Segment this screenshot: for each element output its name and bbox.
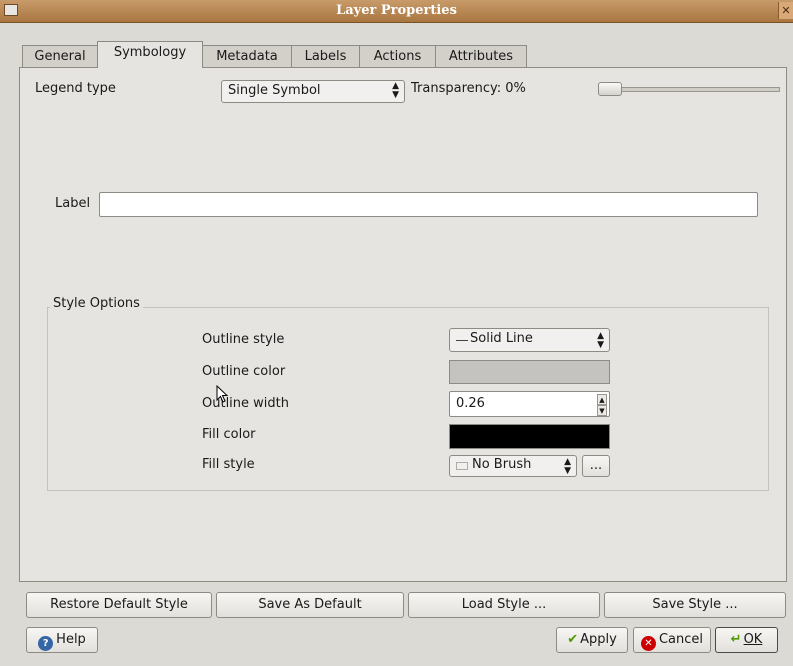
- cancel-button-label: Cancel: [658, 632, 704, 647]
- label-input[interactable]: [99, 192, 758, 217]
- fill-style-value: No Brush: [472, 457, 532, 472]
- ok-button-label: OK: [743, 632, 763, 647]
- fill-style-combo[interactable]: No Brush ▲ ▼: [449, 455, 577, 477]
- tab-general[interactable]: General: [22, 45, 98, 67]
- fill-color-label: Fill color: [202, 427, 256, 442]
- apply-button-label: Apply: [580, 632, 617, 647]
- label-field-label: Label: [55, 196, 91, 211]
- tab-labels[interactable]: Labels: [291, 45, 360, 67]
- mouse-cursor-icon: [216, 385, 229, 403]
- combo-arrows-icon: ▲ ▼: [564, 457, 571, 476]
- close-button[interactable]: ✕: [778, 2, 793, 19]
- outline-style-value: Solid Line: [470, 331, 533, 346]
- outline-style-combo[interactable]: Solid Line ▲ ▼: [449, 328, 610, 352]
- cancel-button[interactable]: ✕ Cancel: [633, 627, 711, 653]
- fill-style-more-button[interactable]: ...: [582, 455, 610, 477]
- legend-type-combo[interactable]: Single Symbol ▲ ▼: [221, 80, 405, 103]
- tab-symbology[interactable]: Symbology: [97, 41, 203, 68]
- cancel-icon: ✕: [640, 636, 656, 651]
- legend-type-label: Legend type: [35, 81, 116, 96]
- help-button-label: Help: [56, 632, 86, 647]
- combo-arrows-icon: ▲ ▼: [597, 331, 604, 350]
- combo-arrows-icon: ▲ ▼: [392, 81, 399, 100]
- tab-metadata[interactable]: Metadata: [202, 45, 292, 67]
- outline-color-button[interactable]: [449, 360, 610, 384]
- style-options-title: Style Options: [50, 296, 143, 311]
- help-button[interactable]: ? Help: [26, 627, 98, 653]
- legend-type-value: Single Symbol: [228, 83, 321, 98]
- save-as-default-button[interactable]: Save As Default: [216, 592, 404, 618]
- outline-color-label: Outline color: [202, 364, 286, 379]
- transparency-label: Transparency: 0%: [411, 81, 526, 96]
- help-icon: ?: [38, 636, 54, 651]
- enter-arrow-icon: ↵: [730, 632, 742, 647]
- spin-up-icon[interactable]: ▲: [597, 394, 607, 405]
- window-title: Layer Properties: [336, 3, 457, 18]
- outline-width-spinbox[interactable]: 0.26 ▲ ▼: [449, 391, 610, 417]
- checkmark-icon: ✔: [567, 632, 579, 647]
- solid-line-icon: [456, 340, 468, 341]
- outline-width-value: 0.26: [456, 396, 485, 411]
- ok-button[interactable]: ↵ OK: [715, 627, 778, 653]
- apply-button[interactable]: ✔ Apply: [556, 627, 628, 653]
- load-style-button[interactable]: Load Style ...: [408, 592, 600, 618]
- no-brush-icon: [456, 462, 468, 470]
- transparency-slider-handle[interactable]: [598, 82, 622, 96]
- save-style-button[interactable]: Save Style ...: [604, 592, 786, 618]
- tab-attributes[interactable]: Attributes: [435, 45, 527, 67]
- transparency-slider-track[interactable]: [598, 87, 780, 92]
- spin-down-icon[interactable]: ▼: [597, 405, 607, 416]
- restore-default-style-button[interactable]: Restore Default Style: [26, 592, 212, 618]
- tab-actions[interactable]: Actions: [359, 45, 436, 67]
- fill-style-label: Fill style: [202, 457, 255, 472]
- style-options-group: [47, 307, 769, 491]
- title-bar[interactable]: Layer Properties ✕: [0, 0, 793, 23]
- outline-style-label: Outline style: [202, 332, 285, 347]
- fill-color-button[interactable]: [449, 424, 610, 449]
- spin-buttons[interactable]: ▲ ▼: [597, 394, 607, 416]
